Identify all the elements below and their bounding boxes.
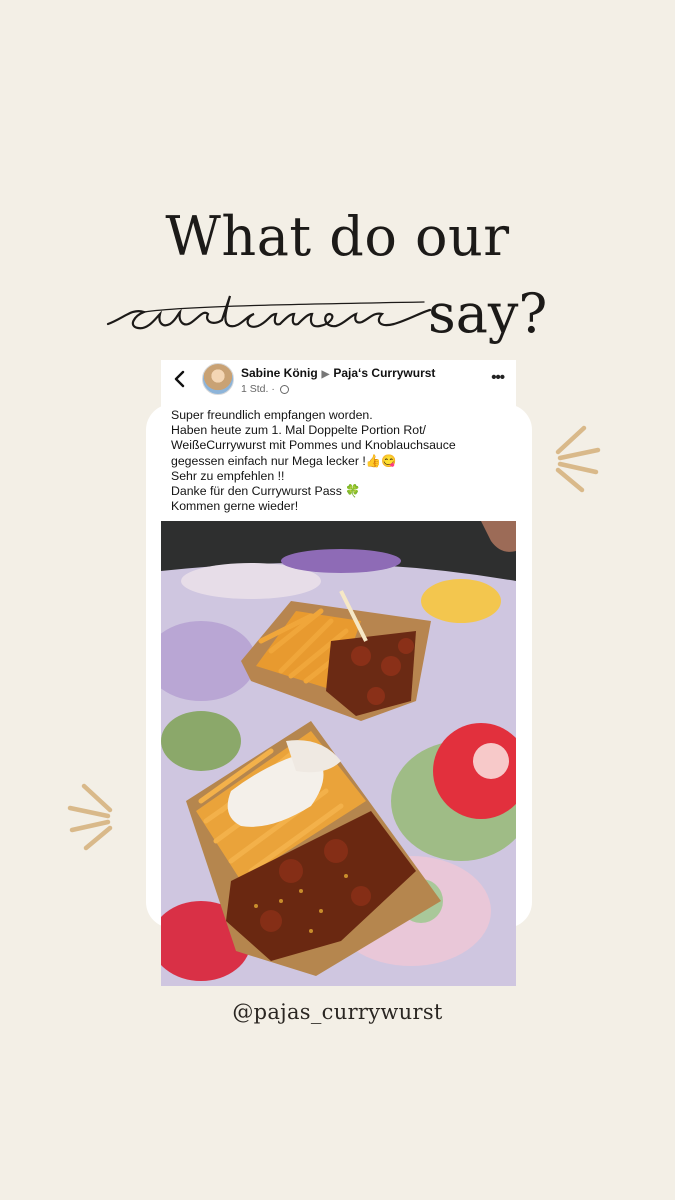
more-horizontal-icon[interactable]: ••• [491, 369, 505, 386]
post-header: Sabine König ▶ Paja‘s Currywurst 1 Std. · … [161, 360, 516, 410]
post-text-line: WeißeCurrywurst mit Pommes und Knoblauch… [171, 438, 456, 453]
author-name[interactable]: Sabine König [241, 366, 318, 380]
post-text-line: gegessen einfach nur Mega lecker !👍😋 [171, 453, 397, 468]
headline-script-customers [106, 295, 432, 330]
decorative-burst-left [67, 783, 113, 851]
decorative-burst-right [555, 425, 601, 493]
headline-line-2-end: say? [428, 282, 548, 345]
post-text: Super freundlich empfangen worden. Haben… [171, 408, 506, 514]
post-meta: 1 Std. · [241, 383, 289, 395]
avatar[interactable] [202, 363, 234, 395]
post-time[interactable]: 1 Std. [241, 383, 268, 395]
post-text-line: Kommen gerne wieder! [171, 499, 299, 514]
meta-separator: · [271, 383, 275, 395]
globe-icon [279, 385, 289, 394]
headline-line-1: What do our [165, 205, 510, 268]
instagram-handle[interactable]: @pajas_currywurst [0, 1000, 675, 1024]
post-text-line: Haben heute zum 1. Mal Doppelte Portion … [171, 423, 426, 438]
post-text-line: Sehr zu empfehlen !! [171, 468, 285, 483]
post-text-line: Super freundlich empfangen worden. [171, 408, 373, 422]
post-text-line: Danke für den Currywurst Pass 🍀 [171, 484, 361, 499]
chevron-left-icon[interactable] [170, 369, 190, 389]
page-name[interactable]: Paja‘s Currywurst [333, 366, 435, 380]
food-photo[interactable] [161, 521, 516, 986]
arrow-right-icon: ▶ [321, 369, 330, 380]
post-author-line: Sabine König ▶ Paja‘s Currywurst [241, 366, 435, 380]
